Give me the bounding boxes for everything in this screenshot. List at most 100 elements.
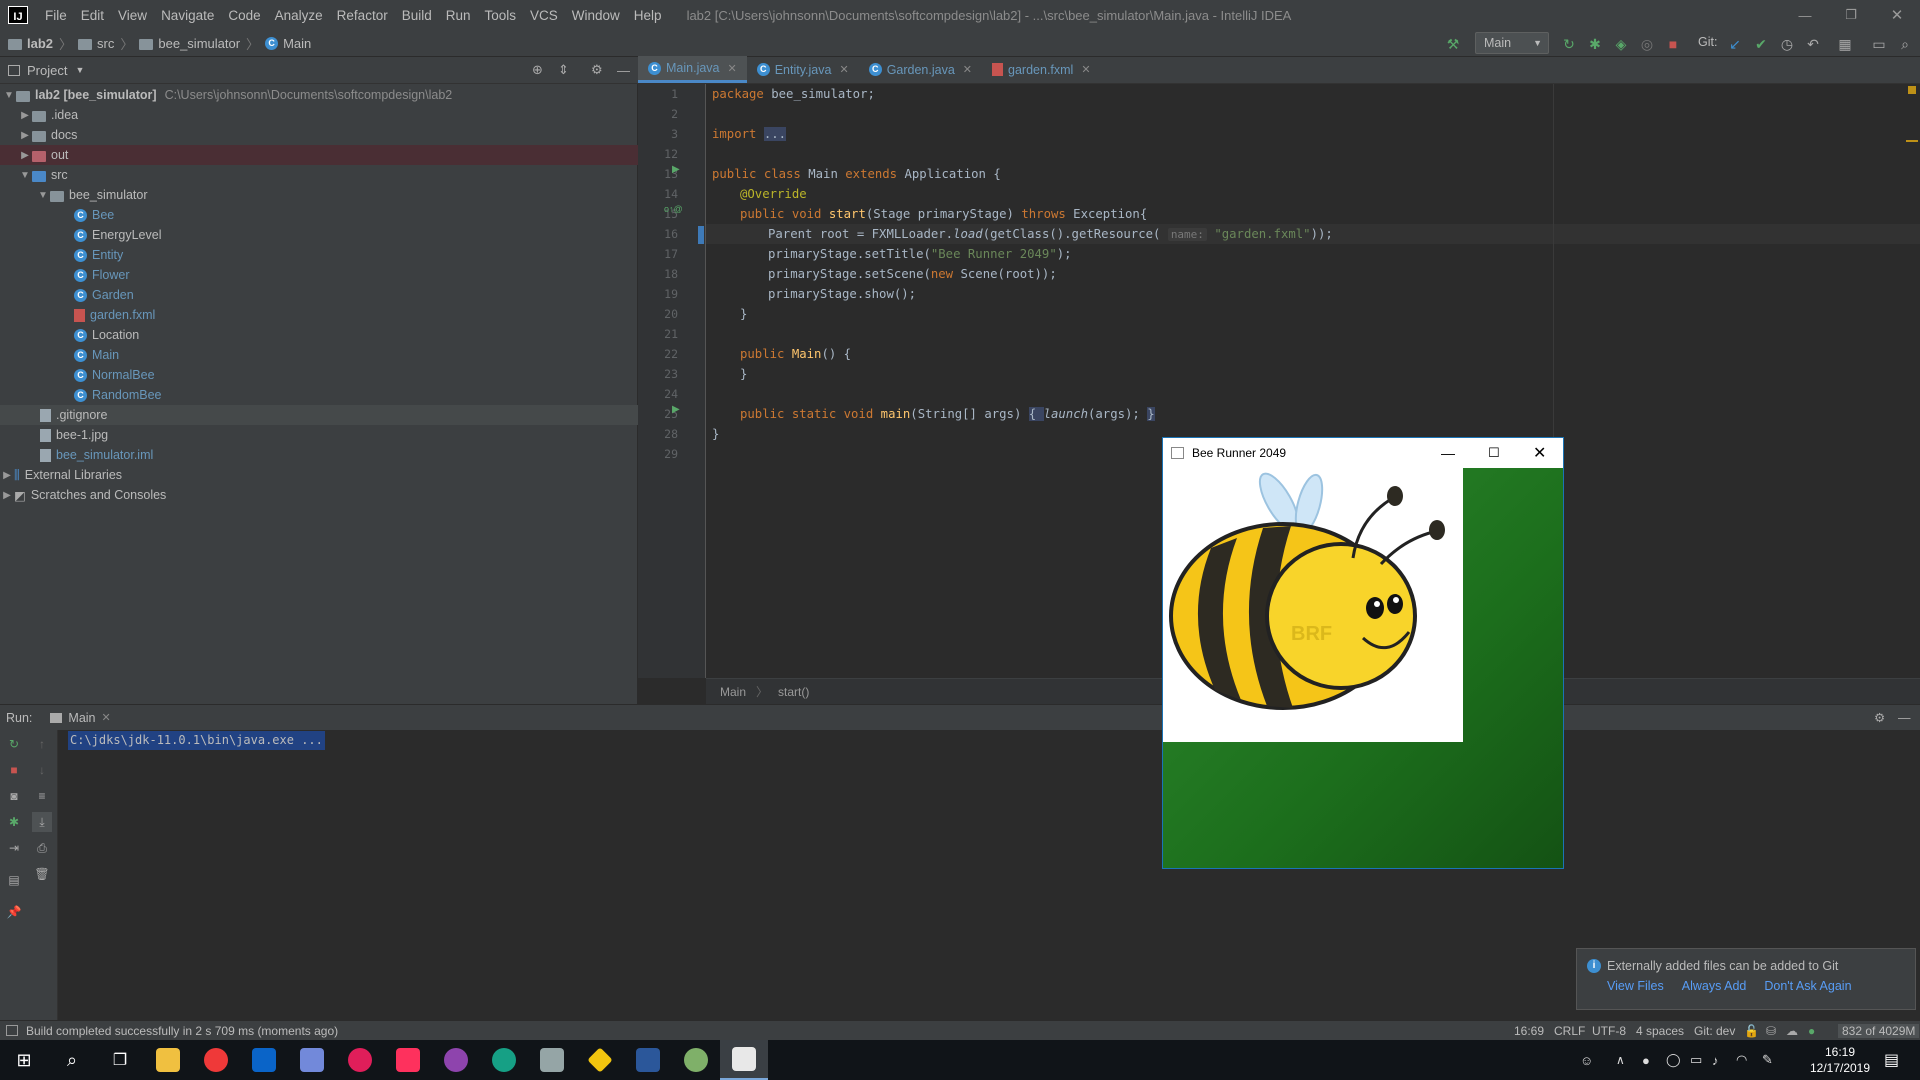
breadcrumb-lab2[interactable]: lab2: [8, 36, 53, 51]
status-message[interactable]: Build completed successfully in 2 s 709 …: [26, 1024, 338, 1038]
view-files-link[interactable]: View Files: [1607, 979, 1664, 993]
pin-icon[interactable]: 📌: [4, 902, 24, 922]
event-log-icon[interactable]: ☁: [1786, 1024, 1798, 1038]
up-arrow-icon[interactable]: ↑: [32, 734, 52, 754]
git-rollback-icon[interactable]: ↶: [1804, 35, 1822, 53]
collapsed-arrow-icon[interactable]: ▶: [0, 470, 14, 481]
tree-item-bee-simulator[interactable]: ▼ bee_simulator: [0, 185, 638, 205]
close-tab-icon[interactable]: ✕: [839, 63, 848, 76]
gear-icon[interactable]: ⚙: [1874, 710, 1885, 725]
app-grey-icon[interactable]: [528, 1040, 576, 1080]
breadcrumb-bee-simulator[interactable]: bee_simulator: [139, 36, 240, 51]
rerun-icon[interactable]: ↻: [4, 734, 24, 754]
menu-window[interactable]: Window: [565, 8, 627, 23]
breadcrumb-src[interactable]: src: [78, 36, 114, 51]
restore-icon[interactable]: ❐: [1828, 0, 1874, 30]
pen-icon[interactable]: ✎: [1762, 1052, 1773, 1068]
menu-file[interactable]: File: [38, 8, 74, 23]
close-icon[interactable]: ✕: [1533, 443, 1546, 463]
run-configuration-select[interactable]: Main ▼: [1475, 32, 1549, 54]
print-icon[interactable]: ⎙: [32, 838, 52, 858]
run-gutter-icon[interactable]: ▶: [672, 404, 680, 415]
battery-icon[interactable]: ▭: [1690, 1052, 1702, 1068]
tab-entity-java[interactable]: C Entity.java ✕: [747, 56, 859, 83]
menu-vcs[interactable]: VCS: [523, 8, 565, 23]
app-green-icon[interactable]: [672, 1040, 720, 1080]
git-branch[interactable]: Git: dev: [1694, 1024, 1735, 1038]
clock[interactable]: 16:19 12/17/2019: [1800, 1044, 1880, 1076]
chevron-down-icon[interactable]: ▼: [75, 65, 84, 75]
override-gutter-icon[interactable]: o↑@: [664, 204, 683, 214]
file-encoding[interactable]: UTF-8: [1592, 1024, 1626, 1038]
tree-item-location[interactable]: C Location: [0, 325, 638, 345]
debug-bug-icon[interactable]: ✱: [4, 812, 24, 832]
tree-item-idea[interactable]: ▶ .idea: [0, 105, 638, 125]
locate-file-icon[interactable]: ⊕: [532, 62, 543, 78]
tree-item-randombee[interactable]: C RandomBee: [0, 385, 638, 405]
people-icon[interactable]: ☺: [1580, 1053, 1593, 1068]
tree-item-docs[interactable]: ▶ docs: [0, 125, 638, 145]
close-tab-icon[interactable]: ✕: [102, 711, 111, 724]
expanded-arrow-icon[interactable]: ▼: [36, 190, 50, 201]
app-purple-icon[interactable]: [432, 1040, 480, 1080]
word-icon[interactable]: [624, 1040, 672, 1080]
collapsed-arrow-icon[interactable]: ▶: [18, 110, 32, 121]
layout-icon[interactable]: ▤: [4, 870, 24, 890]
tray-app-icon[interactable]: ◯: [1666, 1052, 1681, 1068]
menu-analyze[interactable]: Analyze: [268, 8, 330, 23]
close-tab-icon[interactable]: ✕: [963, 63, 972, 76]
javafx-app-window[interactable]: Bee Runner 2049 — ☐ ✕ BRF: [1162, 437, 1564, 869]
fx-title-bar[interactable]: Bee Runner 2049 — ☐ ✕: [1163, 438, 1563, 468]
tab-garden-java[interactable]: C Garden.java ✕: [859, 56, 982, 83]
vivaldi-icon[interactable]: [192, 1040, 240, 1080]
error-stripe-mark[interactable]: [1906, 140, 1918, 142]
database-icon[interactable]: ⛁: [1766, 1024, 1776, 1038]
build-hammer-icon[interactable]: ⚒: [1444, 35, 1462, 53]
menu-navigate[interactable]: Navigate: [154, 8, 221, 23]
exit-icon[interactable]: ⇥: [4, 838, 24, 858]
menu-refactor[interactable]: Refactor: [330, 8, 395, 23]
slack-icon[interactable]: [336, 1040, 384, 1080]
collapse-all-icon[interactable]: ⇕: [558, 62, 569, 78]
lock-icon[interactable]: 🔓: [1744, 1024, 1759, 1038]
tree-item-external-libraries[interactable]: ▶ ⫼ External Libraries: [0, 465, 638, 485]
menu-build[interactable]: Build: [395, 8, 439, 23]
volume-icon[interactable]: ♪: [1712, 1053, 1719, 1068]
sourcetree-icon[interactable]: [576, 1040, 624, 1080]
tree-item-normalbee[interactable]: C NormalBee: [0, 365, 638, 385]
collapsed-arrow-icon[interactable]: ▶: [18, 130, 32, 141]
collapsed-arrow-icon[interactable]: ▶: [18, 150, 32, 161]
hide-panel-icon[interactable]: —: [617, 63, 630, 78]
close-tab-icon[interactable]: ✕: [1081, 63, 1090, 76]
menu-view[interactable]: View: [111, 8, 154, 23]
stop-icon[interactable]: ■: [4, 760, 24, 780]
breadcrumb-main[interactable]: C Main: [265, 36, 311, 51]
tree-item-lab2[interactable]: ▼ lab2 [bee_simulator] C:\Users\johnsonn\D…: [0, 85, 638, 105]
tree-item-bee[interactable]: C Bee: [0, 205, 638, 225]
project-view-select[interactable]: Project: [27, 63, 67, 78]
maximize-icon[interactable]: ☐: [1488, 445, 1500, 461]
close-window-icon[interactable]: ✕: [1874, 0, 1920, 30]
tree-item-energylevel[interactable]: C EnergyLevel: [0, 225, 638, 245]
tree-item-out[interactable]: ▶ out: [0, 145, 638, 165]
indent-setting[interactable]: 4 spaces: [1636, 1024, 1684, 1038]
always-add-link[interactable]: Always Add: [1682, 979, 1747, 993]
debug-bug-icon[interactable]: ✱: [1586, 35, 1604, 53]
tree-item-src[interactable]: ▼ src: [0, 165, 638, 185]
stop-icon[interactable]: ■: [1664, 35, 1682, 53]
tool-window-toggle-icon[interactable]: [6, 1025, 18, 1036]
outlook-icon[interactable]: [240, 1040, 288, 1080]
folded-imports[interactable]: ...: [763, 127, 787, 141]
tray-expand-icon[interactable]: ∧: [1616, 1053, 1625, 1067]
file-explorer-icon[interactable]: [144, 1040, 192, 1080]
close-tab-icon[interactable]: ✕: [728, 62, 737, 75]
breadcrumb-method[interactable]: start(): [778, 685, 809, 699]
task-view-icon[interactable]: ❐: [96, 1040, 144, 1080]
tree-item-garden[interactable]: C Garden: [0, 285, 638, 305]
minimize-icon[interactable]: —: [1782, 0, 1828, 30]
warning-marker[interactable]: [1908, 86, 1916, 94]
expanded-arrow-icon[interactable]: ▼: [2, 90, 16, 101]
start-icon[interactable]: ⊞: [0, 1040, 48, 1080]
profile-icon[interactable]: ◎: [1638, 35, 1656, 53]
memory-indicator[interactable]: 832 of 4029M: [1838, 1023, 1920, 1038]
